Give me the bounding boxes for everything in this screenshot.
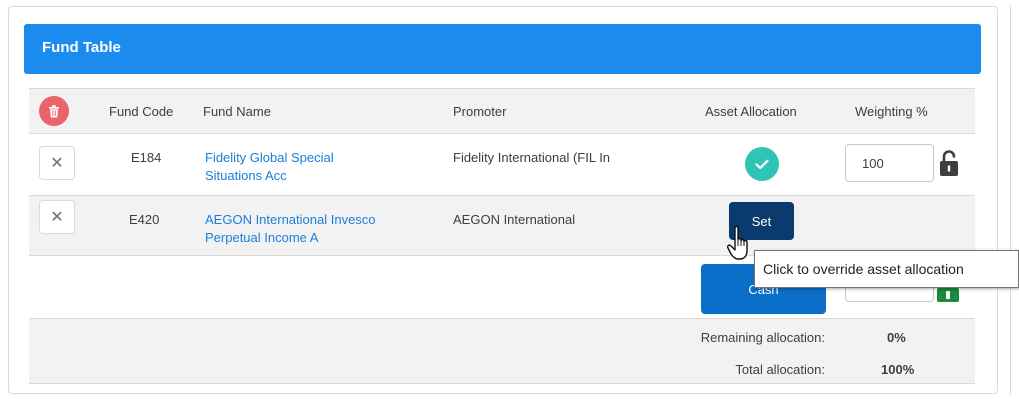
fund-name-line: Perpetual Income A (205, 230, 319, 245)
col-fund-name: Fund Name (203, 104, 271, 119)
promoter: Fidelity International (FIL In (453, 150, 611, 165)
unlock-icon[interactable] (937, 148, 961, 178)
remove-row-button[interactable]: ✕ (39, 200, 75, 234)
hand-cursor-icon (727, 225, 748, 260)
remaining-allocation-label: Remaining allocation: (700, 330, 825, 345)
delete-all-button[interactable] (39, 96, 69, 126)
weighting-input[interactable]: 100 (845, 144, 934, 182)
fund-table-header: Fund Table (24, 24, 981, 74)
promoter: AEGON International (453, 212, 576, 227)
total-allocation-label: Total allocation: (735, 362, 825, 377)
col-weighting: Weighting % (855, 104, 928, 119)
allocation-set-indicator[interactable] (745, 147, 779, 181)
col-fund-code: Fund Code (109, 104, 174, 119)
fund-name-link[interactable]: Fidelity Global Special Situations Acc (205, 149, 334, 185)
remove-row-button[interactable]: ✕ (39, 146, 75, 180)
checkmark-icon (755, 159, 769, 169)
override-allocation-tooltip: Click to override asset allocation (754, 250, 1019, 288)
total-allocation-value: 100% (881, 362, 915, 377)
cash-icon (937, 288, 959, 302)
weighting-value: 100 (862, 156, 884, 171)
col-asset-allocation: Asset Allocation (705, 104, 797, 119)
adjacent-panel-edge (1010, 6, 1019, 394)
table-row: ✕ E420 AEGON International Invesco Perpe… (29, 196, 975, 256)
table-header-row: Fund Code Fund Name Promoter Asset Alloc… (29, 88, 975, 134)
set-button-label: Set (751, 213, 772, 229)
remaining-allocation-value: 0% (887, 330, 906, 345)
fund-code: E420 (129, 212, 160, 227)
fund-name-line: Situations Acc (205, 168, 287, 183)
fund-code: E184 (131, 150, 162, 165)
tooltip-text: Click to override asset allocation (763, 261, 964, 277)
close-icon: ✕ (50, 209, 64, 226)
allocation-summary: Remaining allocation: 0% Total allocatio… (29, 318, 975, 384)
fund-name-line: AEGON International Invesco (205, 212, 376, 227)
fund-name-link[interactable]: AEGON International Invesco Perpetual In… (205, 211, 376, 247)
fund-table-title: Fund Table (42, 39, 121, 56)
close-icon: ✕ (50, 155, 64, 172)
trash-icon (49, 104, 59, 117)
fund-name-line: Fidelity Global Special (205, 150, 334, 165)
table-row: ✕ E184 Fidelity Global Special Situation… (29, 134, 975, 196)
fund-table: Fund Code Fund Name Promoter Asset Alloc… (29, 88, 975, 384)
col-promoter: Promoter (453, 104, 507, 119)
